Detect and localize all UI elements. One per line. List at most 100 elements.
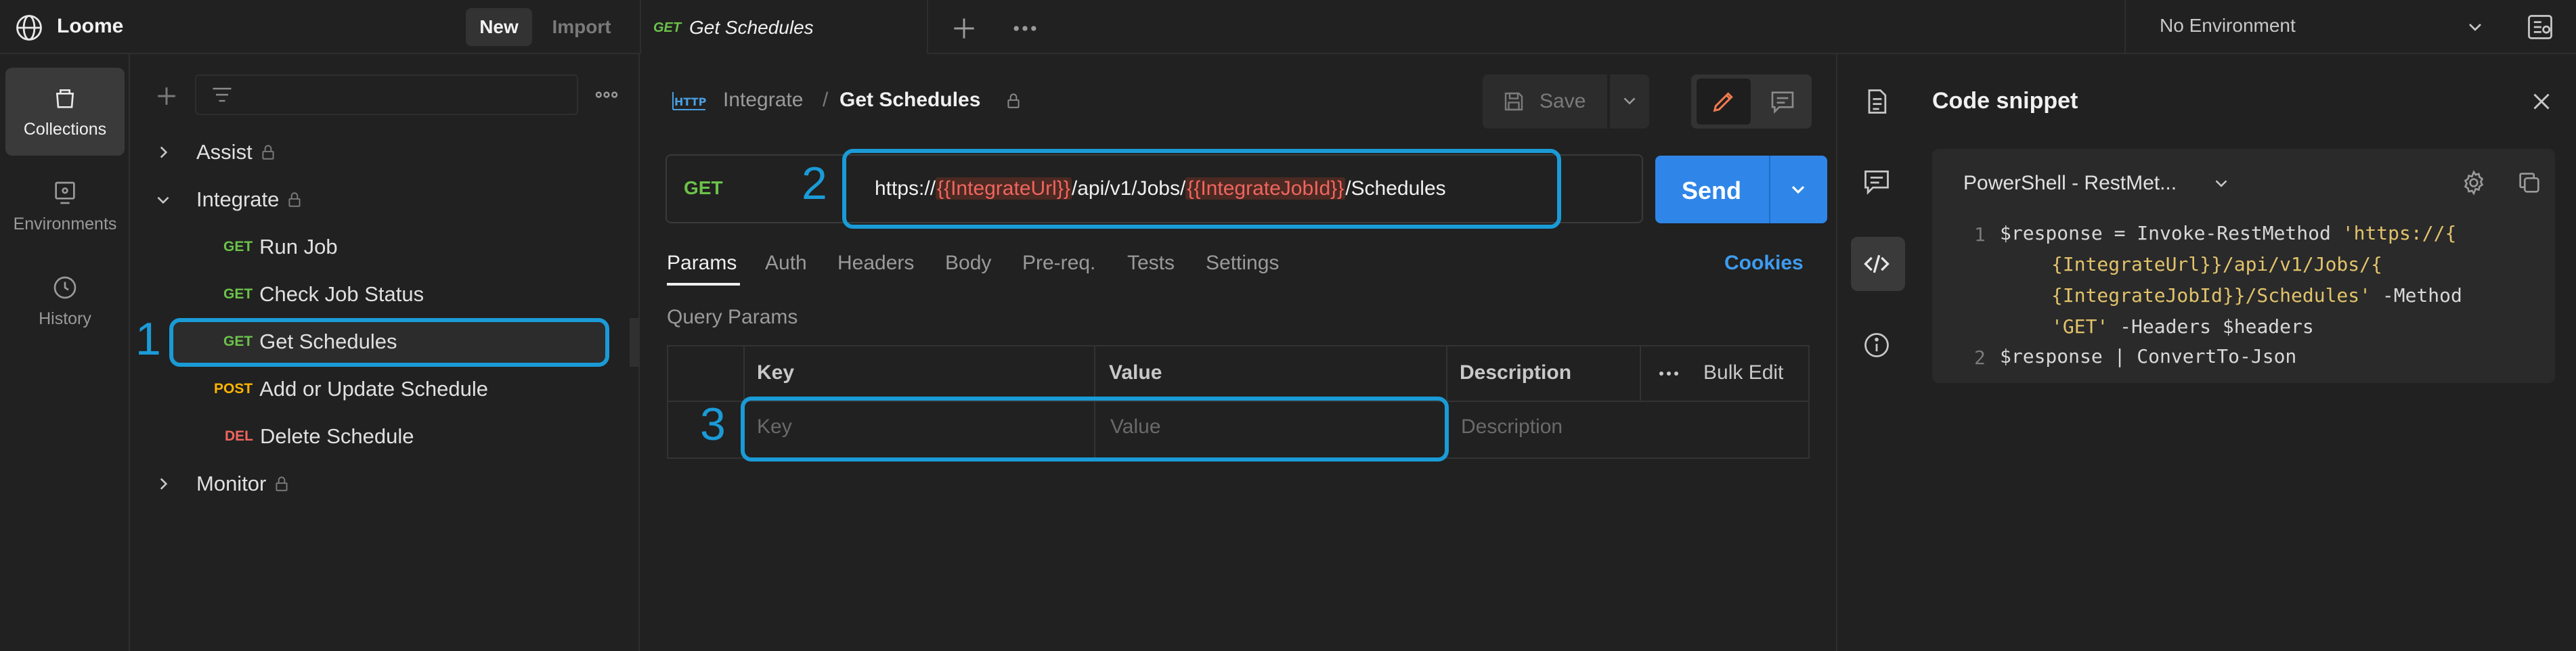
- breadcrumb-current: Get Schedules: [839, 89, 981, 111]
- code-token: -Headers $headers: [2108, 315, 2314, 338]
- divider: [1836, 54, 1837, 651]
- comment-icon: [1771, 91, 1794, 114]
- add-tab-icon[interactable]: [949, 14, 979, 43]
- chevron-down-icon[interactable]: [2211, 173, 2231, 194]
- url-segment: /api/v1/Jobs/: [1071, 177, 1186, 200]
- tab-settings[interactable]: Settings: [1206, 252, 1279, 275]
- annotation-number: 3: [700, 399, 726, 450]
- app-name: Loome: [57, 15, 124, 37]
- more-options-icon[interactable]: [593, 84, 620, 106]
- edit-mode-button[interactable]: [1697, 78, 1751, 125]
- active-tab-underline: [667, 283, 740, 286]
- request-name: Add or Update Schedule: [259, 377, 488, 401]
- column-header-key: Key: [757, 361, 795, 384]
- save-label: Save: [1540, 90, 1586, 112]
- filter-input[interactable]: [195, 74, 578, 115]
- param-description-input[interactable]: Description: [1461, 416, 1563, 439]
- folder-name: Assist: [196, 140, 253, 164]
- request-delete-schedule[interactable]: DEL Delete Schedule: [225, 414, 414, 459]
- cookies-link[interactable]: Cookies: [1724, 252, 1804, 275]
- folder-name: Integrate: [196, 187, 280, 211]
- code-string: 'https://{: [2342, 222, 2457, 244]
- tab-method-badge: GET: [653, 20, 682, 35]
- document-icon[interactable]: [1862, 87, 1892, 116]
- language-select[interactable]: PowerShell - RestMet...: [1963, 172, 2177, 195]
- request-add-or-update-schedule[interactable]: POST Add or Update Schedule: [214, 367, 488, 411]
- tab-pre-req[interactable]: Pre-req.: [1022, 252, 1095, 275]
- more-tabs-icon[interactable]: [1010, 16, 1040, 41]
- code-token: -Method: [2371, 284, 2462, 307]
- annotation-number: 1: [135, 313, 161, 365]
- folder-assist[interactable]: Assist: [154, 130, 277, 175]
- request-get-schedules[interactable]: GET Get Schedules: [223, 319, 397, 364]
- svg-text:HTTP: HTTP: [674, 95, 707, 108]
- annotation-number: 2: [802, 158, 827, 209]
- tab-headers[interactable]: Headers: [837, 252, 914, 275]
- method-badge: POST: [214, 381, 253, 397]
- code-line: {IntegrateJobId}}/Schedules' -Method: [2051, 284, 2462, 307]
- tab-tests[interactable]: Tests: [1127, 252, 1175, 275]
- request-name: Run Job: [259, 235, 338, 259]
- chevron-down-icon[interactable]: [2464, 16, 2486, 38]
- send-label[interactable]: Send: [1682, 177, 1741, 205]
- url-segment: https://: [875, 177, 936, 200]
- request-name: Get Schedules: [259, 330, 397, 353]
- environment-select[interactable]: No Environment: [2160, 15, 2296, 37]
- nav-history[interactable]: History: [5, 257, 125, 345]
- tab-params[interactable]: Params: [667, 252, 737, 275]
- environment-settings-icon[interactable]: [2525, 12, 2555, 42]
- tab-title: Get Schedules: [689, 17, 814, 38]
- environments-icon: [51, 179, 79, 206]
- bulk-edit-button[interactable]: Bulk Edit: [1703, 361, 1783, 384]
- nav-label: Collections: [23, 119, 107, 139]
- pencil-icon: [1713, 92, 1733, 112]
- nav-label: Environments: [13, 214, 117, 233]
- code-icon[interactable]: [1862, 249, 1892, 279]
- method-badge: GET: [223, 334, 253, 349]
- chevron-right-icon[interactable]: [154, 143, 172, 161]
- method-select[interactable]: GET: [684, 177, 723, 199]
- chevron-down-icon[interactable]: [1787, 179, 1809, 200]
- close-icon[interactable]: [2529, 89, 2554, 114]
- folder-monitor[interactable]: Monitor: [154, 462, 290, 506]
- globe-icon: [15, 14, 43, 42]
- highlight-box-param-row: [741, 397, 1449, 462]
- tab-auth[interactable]: Auth: [765, 252, 807, 275]
- more-options-icon[interactable]: [1657, 365, 1680, 382]
- save-icon: [1504, 92, 1523, 111]
- method-badge: DEL: [225, 428, 253, 444]
- history-icon: [51, 274, 79, 301]
- column-divider: [1640, 345, 1641, 401]
- chevron-down-icon: [1623, 97, 1636, 105]
- tab-body[interactable]: Body: [945, 252, 991, 275]
- comment-mode-button[interactable]: [1759, 78, 1806, 125]
- column-header-value: Value: [1109, 361, 1162, 384]
- save-options-button[interactable]: [1610, 74, 1649, 129]
- filter-icon: [210, 84, 234, 106]
- info-icon[interactable]: [1862, 330, 1892, 360]
- nav-environments[interactable]: Environments: [5, 162, 125, 250]
- add-collection-icon[interactable]: [152, 81, 181, 111]
- code-line: $response | ConvertTo-Json: [2000, 345, 2297, 367]
- chevron-down-icon[interactable]: [154, 191, 172, 208]
- copy-icon[interactable]: [2516, 169, 2543, 196]
- folder-integrate[interactable]: Integrate: [154, 177, 303, 222]
- request-run-job[interactable]: GET Run Job: [223, 225, 338, 269]
- nav-collections[interactable]: Collections: [5, 68, 125, 156]
- code-line: 'GET' -Headers $headers: [2051, 315, 2314, 338]
- request-check-job-status[interactable]: GET Check Job Status: [223, 272, 424, 317]
- breadcrumb-parent[interactable]: Integrate: [723, 89, 803, 112]
- save-button[interactable]: Save: [1483, 74, 1607, 129]
- code-snippet-title: Code snippet: [1932, 88, 2078, 114]
- import-button[interactable]: Import: [542, 8, 621, 46]
- request-name: Check Job Status: [259, 282, 424, 306]
- breadcrumb-separator: /: [823, 89, 829, 111]
- comment-icon[interactable]: [1862, 166, 1892, 196]
- chevron-right-icon[interactable]: [154, 475, 172, 493]
- method-badge: GET: [223, 239, 253, 254]
- url-input[interactable]: https://{{IntegrateUrl}}/api/v1/Jobs/{{I…: [875, 177, 1446, 200]
- new-button[interactable]: New: [466, 8, 532, 46]
- gear-icon[interactable]: [2460, 169, 2487, 196]
- column-header-description: Description: [1460, 361, 1572, 384]
- nav-label: History: [39, 309, 91, 328]
